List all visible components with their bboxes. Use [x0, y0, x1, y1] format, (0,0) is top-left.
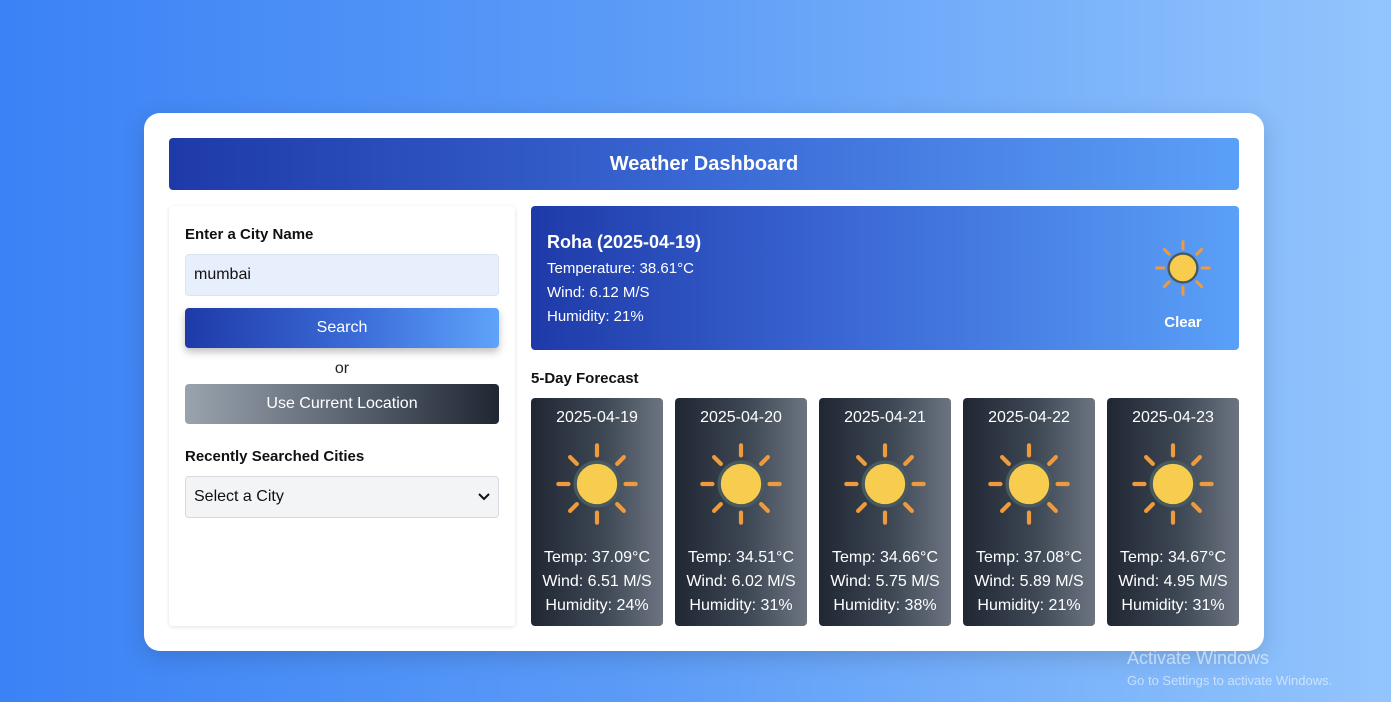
recent-cities-select[interactable]: Select a City	[185, 476, 499, 518]
or-separator: or	[334, 360, 350, 377]
forecast-date: 2025-04-23	[1132, 409, 1214, 426]
forecast-card: 2025-04-22 Temp: 37.08°C Wind: 5.89 M/S …	[963, 398, 1095, 626]
city-search-input[interactable]	[185, 254, 499, 296]
current-weather-description: Clear	[1164, 314, 1202, 331]
current-weather-card: Roha (2025-04-19) Temperature: 38.61°C W…	[531, 206, 1239, 350]
city-name-label: Enter a City Name	[185, 226, 314, 243]
chevron-down-icon	[478, 490, 490, 504]
forecast-wind: Wind: 5.89 M/S	[974, 573, 1084, 590]
search-panel: Enter a City Name Search or Use Current …	[169, 206, 515, 626]
forecast-wind: Wind: 4.95 M/S	[1118, 573, 1228, 590]
sun-icon	[1132, 443, 1214, 525]
forecast-temp: Temp: 37.08°C	[975, 549, 1082, 566]
forecast-humidity: Humidity: 31%	[1121, 597, 1225, 614]
sun-icon	[556, 443, 638, 525]
forecast-wind: Wind: 6.51 M/S	[542, 573, 652, 590]
current-wind: Wind: 6.12 M/S	[547, 284, 650, 301]
forecast-card: 2025-04-23 Temp: 34.67°C Wind: 4.95 M/S …	[1107, 398, 1239, 626]
forecast-humidity: Humidity: 24%	[545, 597, 649, 614]
forecast-wind: Wind: 5.75 M/S	[830, 573, 940, 590]
dashboard-card: Weather Dashboard Enter a City Name Sear…	[144, 113, 1264, 651]
forecast-date: 2025-04-19	[556, 409, 638, 426]
watermark-subtitle: Go to Settings to activate Windows.	[1127, 673, 1333, 688]
recent-cities-label: Recently Searched Cities	[185, 448, 365, 465]
activate-windows-watermark: Activate Windows Go to Settings to activ…	[1127, 648, 1332, 688]
forecast-date: 2025-04-22	[988, 409, 1070, 426]
sun-icon	[844, 443, 926, 525]
sun-icon	[988, 443, 1070, 525]
forecast-humidity: Humidity: 38%	[833, 597, 937, 614]
forecast-temp: Temp: 34.66°C	[831, 549, 938, 566]
forecast-list: 2025-04-19 Temp: 37.09°C Wind: 6.51 M/S …	[531, 398, 1239, 626]
forecast-humidity: Humidity: 31%	[689, 597, 793, 614]
forecast-date: 2025-04-20	[700, 409, 782, 426]
use-current-location-button[interactable]: Use Current Location	[185, 384, 499, 424]
forecast-temp: Temp: 37.09°C	[543, 549, 650, 566]
forecast-card: 2025-04-20 Temp: 34.51°C Wind: 6.02 M/S …	[675, 398, 807, 626]
current-city-title: Roha (2025-04-19)	[547, 232, 702, 252]
current-humidity: Humidity: 21%	[547, 308, 644, 325]
forecast-temp: Temp: 34.51°C	[687, 549, 794, 566]
watermark-title: Activate Windows	[1127, 648, 1270, 668]
forecast-card: 2025-04-19 Temp: 37.09°C Wind: 6.51 M/S …	[531, 398, 663, 626]
sun-icon	[700, 443, 782, 525]
current-temperature: Temperature: 38.61°C	[547, 260, 694, 277]
search-button[interactable]: Search	[185, 308, 499, 348]
forecast-card: 2025-04-21 Temp: 34.66°C Wind: 5.75 M/S …	[819, 398, 951, 626]
forecast-wind: Wind: 6.02 M/S	[686, 573, 796, 590]
recent-cities-select-value: Select a City	[194, 488, 284, 505]
forecast-date: 2025-04-21	[844, 409, 926, 426]
forecast-humidity: Humidity: 21%	[977, 597, 1081, 614]
forecast-temp: Temp: 34.67°C	[1119, 549, 1226, 566]
forecast-title: 5-Day Forecast	[531, 370, 639, 387]
page-title: Weather Dashboard	[169, 138, 1239, 190]
sun-icon	[1155, 240, 1211, 296]
